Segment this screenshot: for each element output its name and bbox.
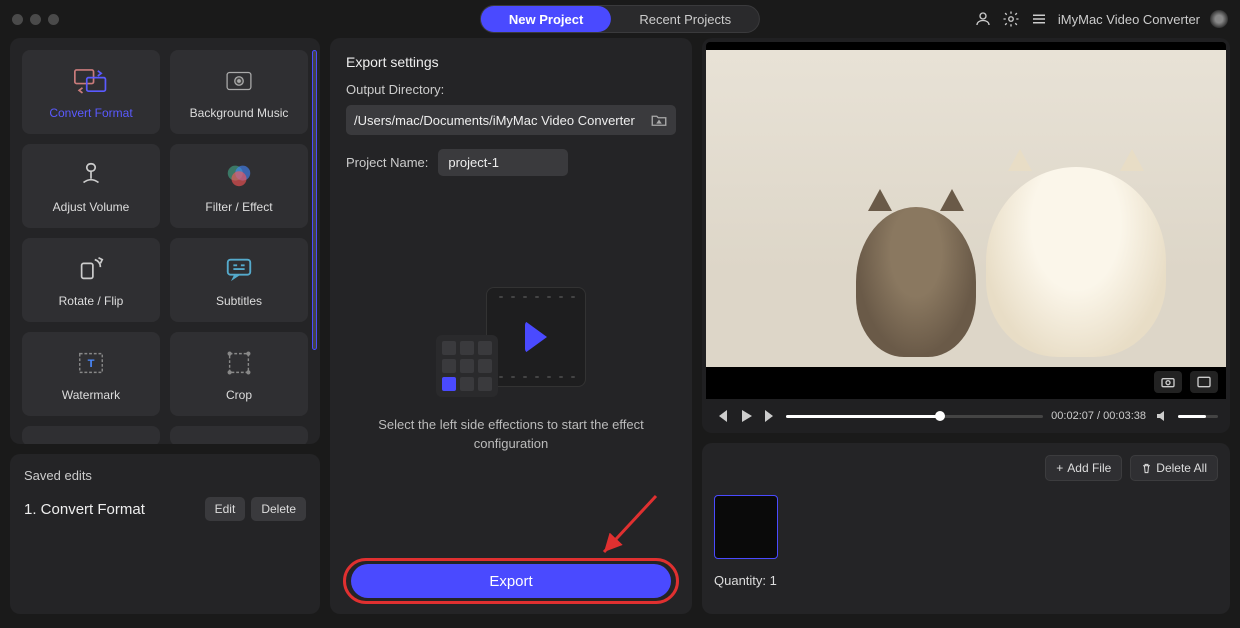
tool-watermark[interactable]: T Watermark [22,332,160,416]
file-thumbnail[interactable] [714,495,778,559]
time-display: 00:02:07 / 00:03:38 [1051,410,1146,422]
snapshot-icon[interactable] [1154,371,1182,393]
watermark-icon: T [74,346,108,380]
close-window-dot[interactable] [12,14,23,25]
delete-button[interactable]: Delete [251,497,306,521]
titlebar: New Project Recent Projects iMyMac Video… [0,0,1240,38]
tools-scrollbar[interactable] [312,50,317,420]
tool-filter-effect[interactable]: Filter / Effect [170,144,308,228]
gear-icon[interactable] [1002,10,1020,28]
minimize-window-dot[interactable] [30,14,41,25]
maximize-window-dot[interactable] [48,14,59,25]
tool-label: Watermark [62,388,120,402]
tab-new-project[interactable]: New Project [481,6,611,32]
project-name-input[interactable] [438,149,568,176]
tool-crop[interactable]: Crop [170,332,308,416]
tool-label: Background Music [190,106,289,120]
add-file-button[interactable]: +Add File [1045,455,1122,481]
export-settings-title: Export settings [346,54,676,70]
tool-convert-format[interactable]: Convert Format [22,50,160,134]
output-directory-label: Output Directory: [346,82,676,97]
rotate-icon [74,252,108,286]
saved-edits-title: Saved edits [24,468,306,483]
app-logo-icon [1210,10,1228,28]
account-icon[interactable] [974,10,992,28]
play-icon[interactable] [738,408,754,424]
tool-label: Filter / Effect [205,200,272,214]
tool-rotate-flip[interactable]: Rotate / Flip [22,238,160,322]
progress-slider[interactable] [786,415,1043,418]
tools-panel: Convert Format Background Music Adjust V… [10,38,320,444]
tool-adjust-volume[interactable]: Adjust Volume [22,144,160,228]
quantity-display: Quantity: 1 [714,573,1218,588]
volume-icon [74,158,108,192]
project-name-label: Project Name: [346,155,428,170]
edit-button[interactable]: Edit [205,497,246,521]
svg-text:T: T [88,358,95,370]
next-icon[interactable] [762,408,778,424]
tool-background-music[interactable]: Background Music [170,50,308,134]
music-icon [222,64,256,98]
menu-icon[interactable] [1030,10,1048,28]
delete-all-button[interactable]: Delete All [1130,455,1218,481]
tool-more-hidden-2[interactable] [170,426,308,444]
subtitles-icon [222,252,256,286]
tool-label: Adjust Volume [53,200,130,214]
saved-edits-panel: Saved edits 1. Convert Format Edit Delet… [10,454,320,614]
video-preview[interactable] [706,42,1226,399]
fullscreen-icon[interactable] [1190,371,1218,393]
saved-edit-item: 1. Convert Format [24,501,145,518]
tool-label: Rotate / Flip [59,294,124,308]
crop-icon [222,346,256,380]
tool-label: Subtitles [216,294,262,308]
tool-label: Convert Format [49,106,132,120]
output-directory-input[interactable] [354,113,650,128]
previous-icon[interactable] [714,408,730,424]
tool-more-hidden[interactable] [22,426,160,444]
tab-recent-projects[interactable]: Recent Projects [611,6,759,32]
app-title: iMyMac Video Converter [1058,12,1200,27]
export-settings-panel: Export settings Output Directory: Projec… [330,38,692,614]
volume-icon[interactable] [1154,408,1170,424]
volume-slider[interactable] [1178,415,1218,418]
file-list-panel: +Add File Delete All Quantity: 1 [702,443,1230,614]
project-tabs: New Project Recent Projects [480,5,760,33]
tool-subtitles[interactable]: Subtitles [170,238,308,322]
instruction-text: Select the left side effections to start… [346,415,676,454]
tool-label: Crop [226,388,252,402]
convert-icon [74,64,108,98]
folder-browse-icon[interactable] [650,111,668,129]
export-illustration [436,287,586,397]
video-preview-panel: 00:02:07 / 00:03:38 [702,38,1230,433]
filter-icon [222,158,256,192]
window-controls [12,14,59,25]
export-button[interactable]: Export [351,564,671,598]
